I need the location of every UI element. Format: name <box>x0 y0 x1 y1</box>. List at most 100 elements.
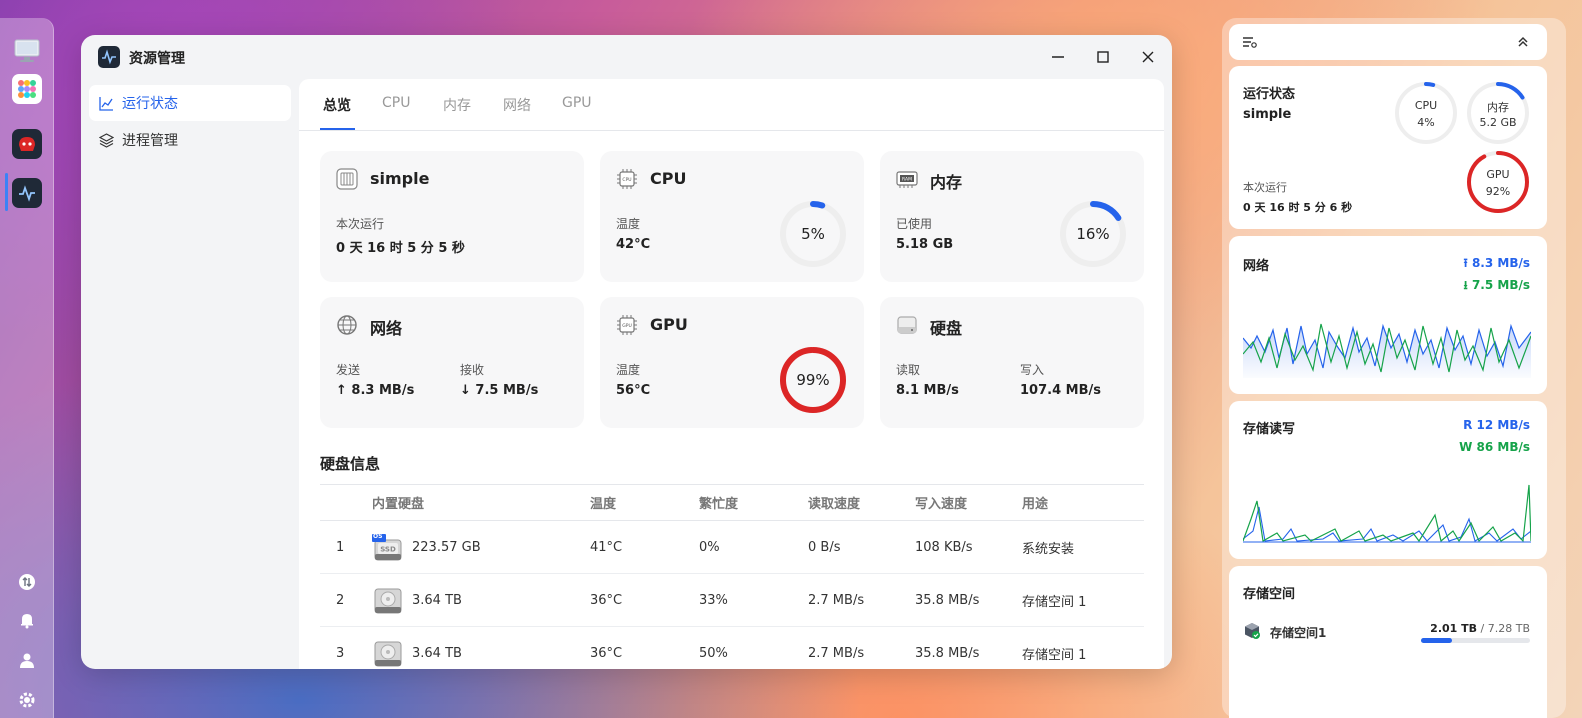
memory-mini-value: 5.2 GB <box>1479 116 1517 129</box>
disk-usage: 系统安装 <box>1022 520 1144 574</box>
bell-icon[interactable] <box>17 610 37 630</box>
storage-io-title: 存储读写 <box>1243 422 1296 437</box>
resource-manager-window: 资源管理 运行状态 进程管理 总览 CPU 内存 网络 GPU simple 本… <box>81 35 1172 669</box>
storage-space-widget[interactable]: 存储空间 存储空间1 2.01 TB / 7.28 TB <box>1229 566 1547 718</box>
storage-io-widget[interactable]: 存储读写 R 12 MB/s W 86 MB/s <box>1229 401 1547 559</box>
resource-monitor-app-icon[interactable] <box>12 178 42 208</box>
storage-pool-name: 存储空间1 <box>1270 626 1327 640</box>
gpu-usage-text: 99% <box>796 371 830 389</box>
upload-arrow-icon: ⭱ <box>1463 256 1472 270</box>
memory-used-value: 5.18 GB <box>896 237 954 252</box>
transfer-icon[interactable] <box>17 572 37 592</box>
sidebar-item-process-manager[interactable]: 进程管理 <box>89 122 291 158</box>
hdd-icon <box>372 587 402 614</box>
disk-temp: 36°C <box>590 573 699 627</box>
cpu-chip-icon: CPU <box>616 168 638 190</box>
svg-text:SSD: SSD <box>380 546 396 554</box>
memory-used-label: 已使用 <box>896 217 933 231</box>
svg-text:GPU: GPU <box>622 323 632 329</box>
storage-io-sparkline <box>1243 484 1531 543</box>
storage-used: 2.01 TB <box>1430 622 1478 635</box>
recv-value: ↓ 7.5 MB/s <box>460 383 539 398</box>
status-widget[interactable]: 运行状态 simple 本次运行 0 天 16 时 5 分 6 秒 CPU 4%… <box>1229 66 1547 229</box>
active-tab-indicator <box>320 128 355 130</box>
user-icon[interactable] <box>17 650 37 670</box>
table-header-row: 内置硬盘 温度 繁忙度 读取速度 写入速度 用途 <box>320 484 1144 521</box>
close-button[interactable] <box>1138 47 1158 67</box>
col-busy: 繁忙度 <box>699 484 808 521</box>
cpu-card: CPU CPU 温度 42°C 5% <box>600 151 864 282</box>
network-download-rate: ⭳ 7.5 MB/s <box>1464 276 1530 297</box>
col-read-speed: 读取速度 <box>808 484 915 521</box>
network-widget[interactable]: 网络 ⭱ 8.3 MB/s ⭳ 7.5 MB/s <box>1229 236 1547 394</box>
disk-write: 35.8 MB/s <box>915 573 1022 627</box>
memory-usage-text: 16% <box>1076 225 1110 243</box>
storage-read-rate: R 12 MB/s <box>1463 418 1530 432</box>
disk-cell-inner: 3.64 TB <box>372 640 590 667</box>
widget-settings-icon[interactable] <box>1242 34 1258 50</box>
server-icon <box>336 168 358 190</box>
monster-app-icon[interactable] <box>12 129 42 159</box>
status-host-name: simple <box>1243 107 1292 122</box>
tab-memory[interactable]: 内存 <box>443 95 471 115</box>
table-row[interactable]: 2 3.64 TB 36°C 33% 2.7 MB/s 35.8 MB/s 存储… <box>320 573 1144 627</box>
uptime-value: 0 天 16 时 5 分 5 秒 <box>336 241 465 256</box>
disk-busy: 33% <box>699 573 808 627</box>
disk-write: 35.8 MB/s <box>915 626 1022 669</box>
disk-temp: 36°C <box>590 626 699 669</box>
disk-info-title: 硬盘信息 <box>320 455 381 473</box>
storage-space-title: 存储空间 <box>1243 587 1296 602</box>
uptime-label: 本次运行 <box>336 217 385 231</box>
memory-usage-ring: 16% <box>1058 199 1128 269</box>
cpu-usage-ring: 5% <box>778 199 848 269</box>
disk-write-value: 107.4 MB/s <box>1020 383 1101 398</box>
app-center-icon[interactable] <box>12 74 42 104</box>
hard-drive-icon <box>896 314 918 336</box>
minimize-button[interactable] <box>1048 47 1068 67</box>
gpu-temp-label: 温度 <box>616 363 641 377</box>
tab-cpu[interactable]: CPU <box>382 95 410 111</box>
upload-rate-text: 8.3 MB/s <box>1471 256 1530 270</box>
tab-gpu[interactable]: GPU <box>562 95 592 111</box>
disk-write-label: 写入 <box>1020 363 1045 377</box>
svg-text:CPU: CPU <box>622 177 631 183</box>
system-name: simple <box>370 169 430 188</box>
network-title: 网络 <box>370 319 403 338</box>
disk-temp: 41°C <box>590 520 699 574</box>
gpu-mini-value: 92% <box>1485 185 1511 198</box>
gpu-chip-icon: GPU <box>616 314 638 336</box>
settings-gear-icon[interactable] <box>17 690 37 710</box>
col-temperature: 温度 <box>590 484 699 521</box>
sidebar: 运行状态 进程管理 <box>89 85 291 159</box>
status-uptime-label: 本次运行 <box>1243 181 1287 194</box>
table-row[interactable]: 1 SSD OS 223.57 GB 41°C 0% 0 B/s 108 KB/… <box>320 520 1144 574</box>
col-usage: 用途 <box>1022 484 1144 521</box>
cpu-mini-value: 4% <box>1417 116 1435 129</box>
disk-cell: 3.64 TB <box>372 573 590 627</box>
collapse-chevron-up-icon[interactable] <box>1515 34 1531 50</box>
status-uptime-value: 0 天 16 时 5 分 6 秒 <box>1243 201 1353 214</box>
sidebar-item-label: 进程管理 <box>122 133 178 149</box>
content-panel: 总览 CPU 内存 网络 GPU simple 本次运行 0 天 16 时 5 … <box>299 79 1164 669</box>
resource-monitor-icon <box>98 46 120 68</box>
sidebar-item-label: 运行状态 <box>122 96 178 112</box>
tab-network[interactable]: 网络 <box>503 95 531 115</box>
col-index <box>320 484 372 521</box>
desktop-icon[interactable] <box>12 36 42 66</box>
sidebar-item-run-status[interactable]: 运行状态 <box>89 85 291 121</box>
tab-overview[interactable]: 总览 <box>323 95 351 115</box>
gpu-mini-label: GPU <box>1486 168 1510 181</box>
disk-table: 内置硬盘 温度 繁忙度 读取速度 写入速度 用途 1 SSD OS 223.57… <box>320 484 1144 669</box>
storage-progress-fill <box>1421 638 1452 643</box>
storage-capacity-text: 2.01 TB / 7.28 TB <box>1430 622 1530 635</box>
chart-line-icon <box>98 95 114 111</box>
disk-card: 硬盘 读取 8.1 MB/s 写入 107.4 MB/s <box>880 297 1144 428</box>
disk-capacity: 3.64 TB <box>412 592 462 608</box>
maximize-button[interactable] <box>1093 47 1113 67</box>
table-row[interactable]: 3 3.64 TB 36°C 50% 2.7 MB/s 35.8 MB/s 存储… <box>320 626 1144 669</box>
hdd-icon <box>372 640 402 667</box>
disk-capacity: 223.57 GB <box>412 539 481 555</box>
cpu-temp-value: 42°C <box>616 237 651 252</box>
network-widget-title: 网络 <box>1243 259 1270 274</box>
row-index: 3 <box>320 626 372 669</box>
